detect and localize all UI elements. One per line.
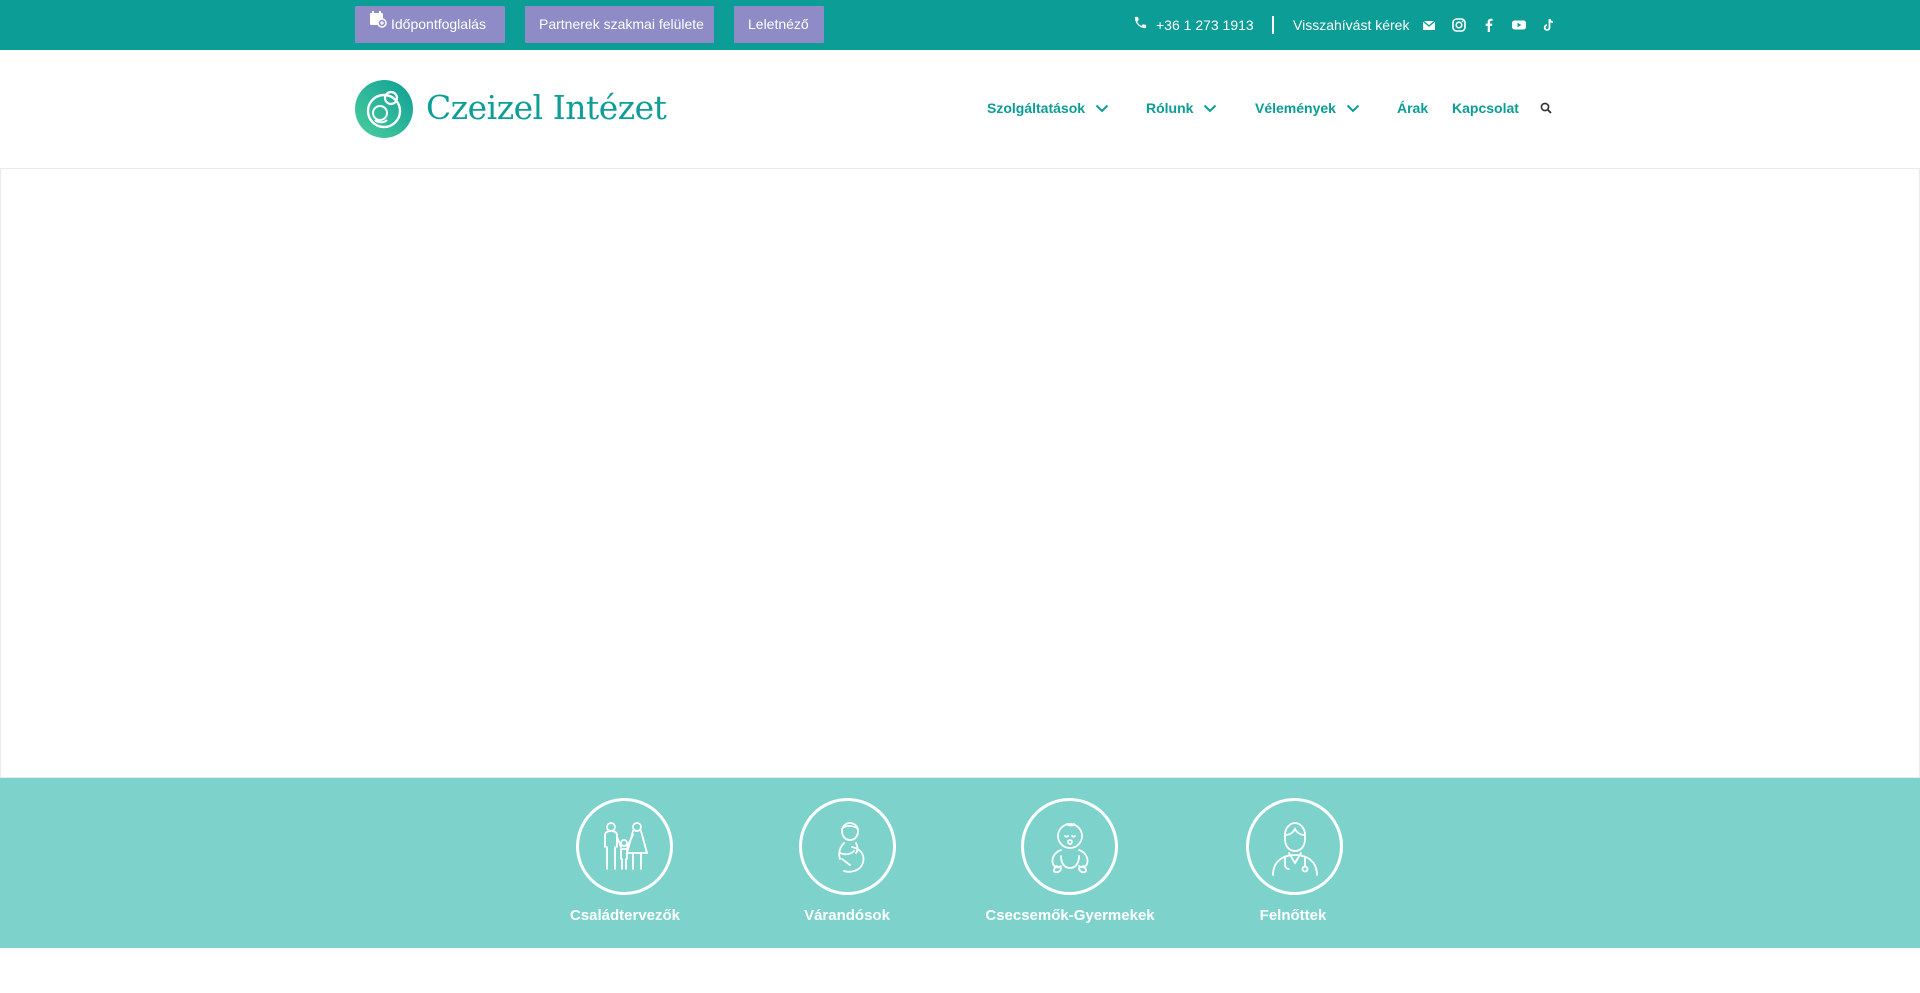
phone-icon [1133, 0, 1148, 50]
chevron-down-icon [1346, 100, 1360, 116]
nav-contact-label: Kapcsolat [1452, 100, 1519, 116]
family-icon [576, 798, 673, 895]
phone-link[interactable]: +36 1 273 1913 [1133, 0, 1254, 50]
chevron-down-icon [1203, 100, 1217, 116]
nav-reviews-label: Vélemények [1255, 100, 1336, 116]
nav-contact[interactable]: Kapcsolat [1452, 100, 1519, 140]
nav-prices-label: Árak [1397, 100, 1429, 116]
category-label: Várandósok [804, 907, 890, 924]
topbar-divider [1272, 16, 1274, 34]
instagram-icon[interactable] [1451, 17, 1467, 33]
facebook-icon[interactable] [1481, 17, 1497, 33]
nav-reviews[interactable]: Vélemények [1255, 100, 1360, 140]
logo-text[interactable]: Czeizel Intézet [426, 88, 667, 128]
top-bar: Időpontfoglalás Partnerek szakmai felüle… [0, 0, 1920, 50]
category-band: Családtervezők Várandósok Csecsemők-Gyer… [0, 778, 1920, 948]
nav-prices[interactable]: Árak [1397, 100, 1428, 140]
site-header: Czeizel Intézet Szolgáltatások Rólunk Vé… [0, 50, 1920, 169]
baby-icon [1021, 798, 1118, 895]
category-label: Felnőttek [1259, 907, 1327, 924]
pregnant-woman-icon [799, 798, 896, 895]
tiktok-icon[interactable] [1541, 17, 1557, 33]
results-viewer-button[interactable]: Leletnéző [734, 6, 824, 43]
callback-label: Visszahívást kérek [1293, 17, 1410, 33]
chevron-down-icon [1095, 100, 1109, 116]
nav-services[interactable]: Szolgáltatások [987, 100, 1109, 140]
phone-number: +36 1 273 1913 [1156, 17, 1254, 33]
hero-area [0, 168, 1920, 778]
partners-button[interactable]: Partnerek szakmai felülete [525, 6, 714, 43]
doctor-icon [1246, 798, 1343, 895]
mail-icon[interactable] [1421, 17, 1437, 33]
nav-services-label: Szolgáltatások [987, 100, 1086, 116]
category-label: Családtervezők [569, 907, 681, 924]
appointment-button[interactable]: Időpontfoglalás [355, 6, 505, 43]
results-viewer-label: Leletnéző [748, 16, 809, 32]
youtube-icon[interactable] [1511, 17, 1527, 33]
calendar-plus-icon [369, 5, 387, 42]
nav-about[interactable]: Rólunk [1146, 100, 1217, 140]
nav-about-label: Rólunk [1146, 100, 1194, 116]
appointment-button-label: Időpontfoglalás [391, 16, 486, 32]
category-label: Csecsemők-Gyermekek [985, 907, 1155, 924]
logo-icon[interactable] [355, 80, 413, 138]
partners-button-label: Partnerek szakmai felülete [539, 16, 704, 32]
search-icon[interactable] [1540, 101, 1552, 114]
callback-link[interactable]: Visszahívást kérek [1293, 0, 1409, 50]
